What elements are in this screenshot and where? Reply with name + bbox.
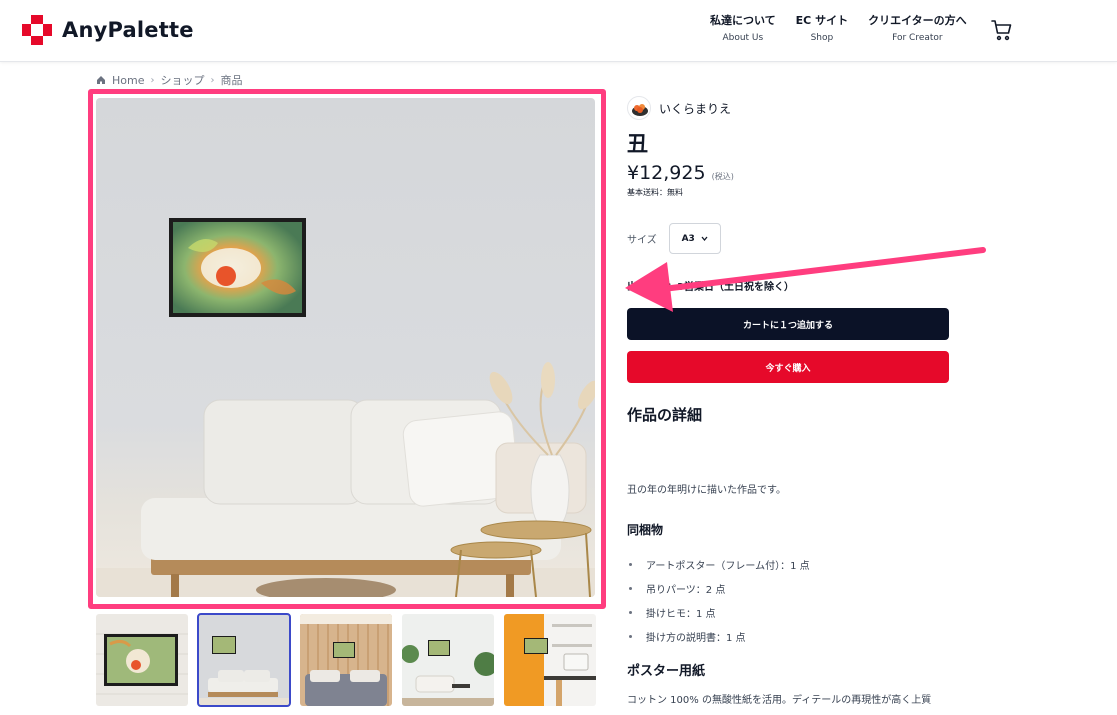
breadcrumb-home[interactable]: Home	[112, 74, 144, 87]
bundle-item-label: 吊りパーツ：2 点	[646, 584, 726, 596]
thumbnail-closeup[interactable]	[96, 614, 188, 706]
nav-creator[interactable]: クリエイターの方へ For Creator	[858, 13, 977, 45]
list-item: アートポスター（フレーム付）：1 点	[627, 552, 949, 576]
logo[interactable]: AnyPalette	[20, 13, 194, 47]
site-header: AnyPalette 私達について About Us EC サイト Shop ク…	[0, 0, 1117, 62]
size-row: サイズ A3	[627, 223, 949, 254]
nav-creator-sublabel: For Creator	[892, 33, 943, 43]
artist-name: いくらまりえ	[659, 101, 732, 116]
product-info-panel: いくらまりえ 丑 ¥12,925 (税込) 基本送料：無料 サイズ A3 出荷目…	[627, 96, 949, 706]
bullet-icon	[629, 610, 632, 614]
breadcrumb: Home › ショップ › 商品	[96, 72, 242, 88]
logo-mark-icon	[22, 15, 52, 45]
artist-row[interactable]: いくらまりえ	[627, 96, 949, 120]
paper-description: コットン 100% の無酸性紙を活用。ディテールの再現性が高く上質	[627, 695, 932, 706]
nav-about-sublabel: About Us	[722, 33, 764, 43]
product-description: 丑の年の年明けに描いた作品です。	[627, 485, 786, 496]
nav-creator-label: クリエイターの方へ	[868, 14, 967, 27]
main-nav: 私達について About Us EC サイト Shop クリエイターの方へ Fo…	[700, 13, 977, 45]
artist-avatar	[627, 96, 651, 120]
bullet-icon	[629, 586, 632, 590]
tax-note: (税込)	[711, 172, 734, 181]
breadcrumb-shop[interactable]: ショップ	[160, 72, 204, 88]
bullet-icon	[629, 634, 632, 638]
nav-shop[interactable]: EC サイト Shop	[786, 13, 858, 45]
details-heading: 作品の詳細	[627, 406, 703, 424]
add-to-cart-button[interactable]: カートに１つ追加する	[627, 308, 949, 340]
shipping-fee: 基本送料：無料	[627, 188, 683, 197]
nav-shop-sublabel: Shop	[810, 33, 834, 43]
nav-about[interactable]: 私達について About Us	[700, 13, 786, 45]
product-title: 丑	[627, 132, 648, 156]
thumbnail-bedroom[interactable]	[300, 614, 392, 706]
bundle-item-label: アートポスター（フレーム付）：1 点	[646, 560, 810, 572]
size-value: A3	[681, 233, 695, 244]
nav-about-label: 私達について	[710, 14, 776, 27]
size-label: サイズ	[627, 235, 657, 246]
size-select[interactable]: A3	[668, 223, 721, 254]
shipping-estimate: 出荷目安：3営業日（土日祝を除く）	[627, 282, 794, 293]
chevron-down-icon	[701, 236, 708, 241]
buy-now-button[interactable]: 今すぐ購入	[627, 351, 949, 383]
list-item: 吊りパーツ：2 点	[627, 576, 949, 600]
bundle-item-label: 掛けヒモ：1 点	[646, 608, 716, 620]
bullet-icon	[629, 562, 632, 566]
thumbnail-orange-wall[interactable]	[504, 614, 596, 706]
thumbnail-lounge[interactable]	[402, 614, 494, 706]
thumbnail-living-room[interactable]	[197, 613, 291, 707]
product-price: ¥12,925	[627, 162, 706, 184]
list-item: 掛け方の説明書：1 点	[627, 624, 949, 648]
cart-icon[interactable]	[990, 18, 1014, 42]
home-icon	[97, 76, 105, 84]
bundle-list: アートポスター（フレーム付）：1 点 吊りパーツ：2 点 掛けヒモ：1 点 掛け…	[627, 552, 949, 648]
thumbnail-gallery	[96, 613, 596, 707]
chevron-right-icon: ›	[210, 74, 215, 86]
price-row: ¥12,925 (税込)	[627, 162, 949, 184]
breadcrumb-product: 商品	[220, 74, 243, 87]
annotation-highlight-box	[88, 89, 606, 609]
bundle-item-label: 掛け方の説明書：1 点	[646, 632, 746, 644]
logo-text: AnyPalette	[62, 18, 194, 42]
paper-heading: ポスター用紙	[627, 664, 706, 679]
nav-shop-label: EC サイト	[795, 14, 849, 27]
chevron-right-icon: ›	[150, 74, 155, 86]
bundle-heading: 同梱物	[627, 523, 664, 537]
list-item: 掛けヒモ：1 点	[627, 600, 949, 624]
